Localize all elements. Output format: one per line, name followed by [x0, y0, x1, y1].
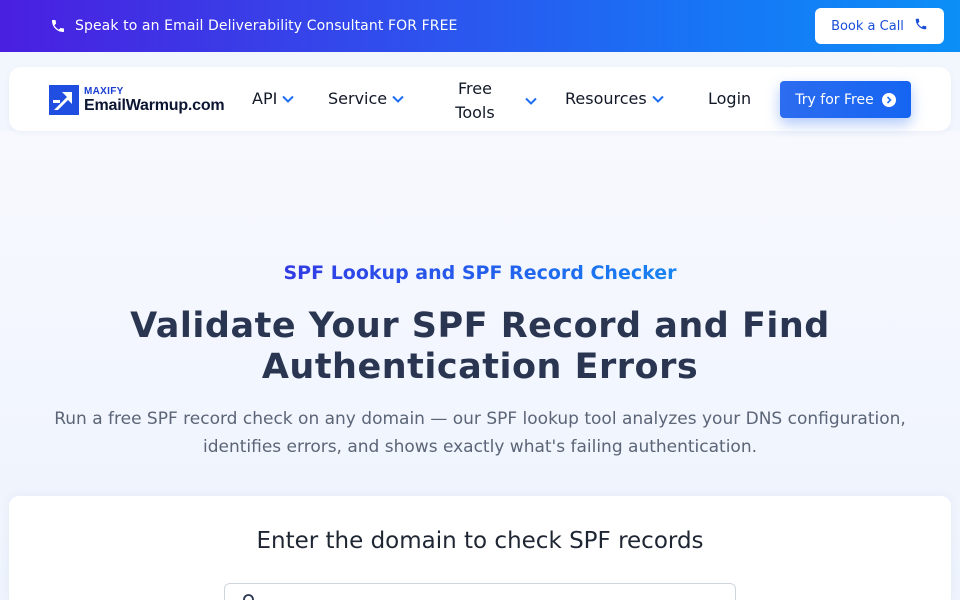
nav-api-label: API	[252, 89, 278, 108]
hero-subtext: Run a free SPF record check on any domai…	[54, 409, 906, 457]
book-call-label: Book a Call	[831, 18, 904, 34]
nav-api[interactable]: API	[252, 89, 295, 108]
logo-brand-text: EmailWarmup.com	[84, 96, 225, 114]
phone-icon	[50, 18, 66, 34]
chevron-down-icon	[282, 95, 295, 103]
try-for-free-button[interactable]: Try for Free	[780, 81, 911, 118]
search-icon	[243, 594, 254, 600]
chevron-down-icon	[525, 97, 537, 105]
page-title: Validate Your SPF Record and Find Authen…	[130, 306, 830, 387]
logo-small-text: MAXIFY	[84, 85, 124, 97]
main-navigation: MAXIFY EmailWarmup.com API Service Free …	[9, 67, 951, 131]
login-link[interactable]: Login	[708, 89, 751, 108]
nav-resources[interactable]: Resources	[565, 89, 665, 108]
domain-input[interactable]	[224, 583, 736, 600]
book-call-button[interactable]: Book a Call	[815, 8, 944, 44]
checker-title: Enter the domain to check SPF records	[256, 528, 704, 554]
chevron-down-icon	[652, 95, 664, 103]
nav-free-tools-line1: Free	[458, 79, 492, 98]
site-logo[interactable]: MAXIFY EmailWarmup.com	[48, 83, 228, 117]
hero-eyebrow: SPF Lookup and SPF Record Checker	[0, 262, 960, 284]
try-for-free-label: Try for Free	[795, 91, 874, 108]
phone-icon	[914, 17, 928, 35]
arrow-right-icon	[881, 92, 896, 107]
nav-service-label: Service	[328, 89, 388, 108]
promo-bar: Speak to an Email Deliverability Consult…	[0, 0, 960, 52]
chevron-down-icon	[392, 95, 404, 103]
nav-free-tools-line2: Tools	[455, 103, 495, 122]
promo-text[interactable]: Speak to an Email Deliverability Consult…	[75, 18, 457, 34]
nav-free-tools[interactable]: Free Tools	[455, 77, 538, 125]
logo-mark-icon	[49, 85, 79, 115]
nav-service[interactable]: Service	[328, 89, 405, 108]
nav-resources-label: Resources	[565, 89, 647, 108]
